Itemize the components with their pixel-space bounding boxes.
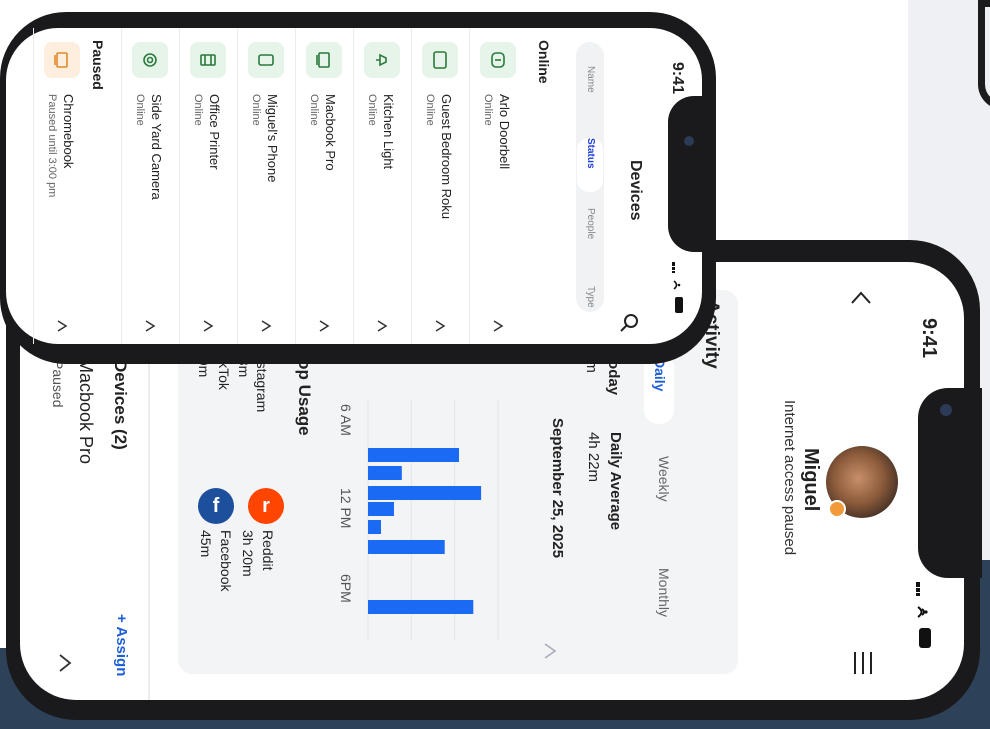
row-divider <box>295 28 296 344</box>
segment-status[interactable]: Status <box>585 138 596 169</box>
search-icon[interactable] <box>618 312 640 334</box>
page-title: Devices <box>627 160 644 221</box>
profile-status: Internet access paused <box>781 400 798 556</box>
device-name[interactable]: Miguel's Phone <box>265 94 280 182</box>
paused-status-dot <box>828 500 846 518</box>
app-time-reddit: 3h 20m <box>240 530 256 577</box>
chevron-down-icon[interactable] <box>142 318 158 334</box>
reddit-icon: r <box>248 488 284 524</box>
device-name[interactable]: Guest Bedroom Roku <box>439 94 454 219</box>
phone-icon <box>248 42 284 78</box>
profile-name: Miguel <box>800 448 822 512</box>
doorbell-icon <box>480 42 516 78</box>
chevron-down-icon[interactable] <box>258 318 274 334</box>
device-status: Online <box>192 94 204 126</box>
segment-type[interactable]: Type <box>585 286 596 308</box>
chevron-down-icon[interactable] <box>54 652 76 674</box>
status-time: 9:41 <box>669 62 686 95</box>
x-tick-6am: 6 AM <box>338 404 354 436</box>
segment-people[interactable]: People <box>585 208 596 239</box>
row-divider <box>411 28 412 344</box>
daily-average-label: Daily Average <box>607 432 624 531</box>
app-name-reddit: Reddit <box>260 530 276 571</box>
battery-icon <box>919 628 931 648</box>
device-name[interactable]: Side Yard Camera <box>149 94 164 200</box>
laptop-icon <box>44 42 80 78</box>
row-divider <box>353 28 354 344</box>
chart-bar <box>368 600 474 614</box>
chevron-down-icon[interactable] <box>54 318 70 334</box>
signal-icon <box>672 262 675 273</box>
assign-button[interactable]: + Assign <box>113 614 130 676</box>
chart-bar <box>368 540 445 554</box>
x-tick-6pm: 6PM <box>338 574 354 603</box>
device-name-macbook[interactable]: Macbook Pro <box>75 358 96 464</box>
device-name[interactable]: Kitchen Light <box>381 94 396 169</box>
online-section-label: Online <box>536 40 552 84</box>
app-name-facebook: Facebook <box>218 530 234 592</box>
daily-average-value: 4h 22m <box>585 432 602 483</box>
signal-icon <box>916 582 920 596</box>
chevron-down-icon[interactable] <box>316 318 332 334</box>
device-name[interactable]: Office Printer <box>207 94 222 170</box>
wifi-icon <box>917 606 928 618</box>
chevron-down-icon[interactable] <box>490 318 506 334</box>
printer-icon <box>190 42 226 78</box>
chart-bar <box>368 486 482 500</box>
row-divider <box>179 28 180 344</box>
device-status-macbook: Paused <box>50 360 66 408</box>
chevron-down-icon[interactable] <box>200 318 216 334</box>
tab-weekly[interactable]: Weekly <box>656 456 672 502</box>
device-status: Online <box>424 94 436 126</box>
phone-notch <box>668 96 716 252</box>
battery-icon <box>675 297 683 313</box>
status-time: 9:41 <box>918 318 940 359</box>
app-time-facebook: 45m <box>198 530 214 558</box>
tablet-icon <box>422 42 458 78</box>
status-icons <box>916 582 934 650</box>
segment-name[interactable]: Name <box>585 66 596 93</box>
camera-icon <box>132 42 168 78</box>
x-tick-12pm: 12 PM <box>338 488 354 529</box>
camera-dot <box>940 404 952 416</box>
activity-bar-chart <box>367 400 499 640</box>
chart-bar <box>368 448 459 462</box>
device-name[interactable]: Macbook Pro <box>323 94 338 171</box>
chevron-up-icon[interactable] <box>848 285 874 311</box>
laptop-icon <box>306 42 342 78</box>
chart-bar <box>368 520 381 534</box>
device-status: Online <box>134 94 146 126</box>
chart-bar <box>368 466 402 480</box>
device-status: Online <box>250 94 262 126</box>
chevron-down-icon[interactable] <box>374 318 390 334</box>
device-name[interactable]: Arlo Doorbell <box>497 94 512 169</box>
activity-date: September 25, 2025 <box>549 418 566 559</box>
device-status: Online <box>366 94 378 126</box>
devices-section-title: Devices (2) <box>111 360 130 450</box>
menu-icon[interactable] <box>850 650 876 676</box>
row-divider <box>121 28 122 344</box>
camera-dot <box>684 136 694 146</box>
device-status: Online <box>482 94 494 126</box>
paused-section-label: Paused <box>90 40 106 90</box>
chevron-down-icon[interactable] <box>540 640 562 662</box>
device-status: Online <box>308 94 320 126</box>
light-icon <box>364 42 400 78</box>
row-divider <box>469 28 470 344</box>
phone-edge-corner <box>978 0 990 110</box>
device-status: Paused until 3:00 pm <box>46 94 58 198</box>
phone-notch <box>918 388 982 578</box>
device-name[interactable]: Chromebook <box>61 94 76 168</box>
row-divider <box>237 28 238 344</box>
tab-monthly[interactable]: Monthly <box>656 568 672 617</box>
facebook-icon: f <box>198 488 234 524</box>
chevron-down-icon[interactable] <box>432 318 448 334</box>
status-icons <box>672 262 686 314</box>
row-divider <box>33 28 34 344</box>
chart-bar <box>368 502 394 516</box>
wifi-icon <box>673 280 681 290</box>
